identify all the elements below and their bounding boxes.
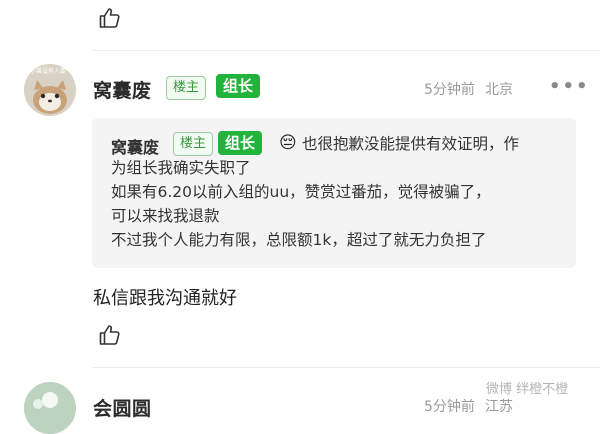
quote-line-2: 为组长我确实失职了 <box>111 159 251 177</box>
owner-badge: 楼主 <box>166 76 207 100</box>
username[interactable]: 会圆圆 <box>93 394 152 421</box>
like-button[interactable] <box>97 5 123 31</box>
timestamp: 5分钟前 <box>424 399 475 415</box>
avatar[interactable]: 小兽没有人要 <box>24 64 76 116</box>
avatar-caption: 小兽没有人要 <box>30 68 67 75</box>
leader-badge: 组长 <box>216 74 261 98</box>
quote-line-3: 如果有6.20以前入组的uu，赞赏过番茄，觉得被骗了， <box>111 183 491 201</box>
quote-owner-badge: 楼主 <box>173 132 214 156</box>
divider <box>92 367 600 368</box>
username[interactable]: 窝囊废 <box>93 76 152 103</box>
timestamp: 5分钟前 <box>424 82 475 98</box>
more-options-icon[interactable]: ••• <box>549 76 590 97</box>
avatar[interactable] <box>24 382 76 434</box>
avatar-flower-icon <box>24 382 76 434</box>
location: 北京 <box>485 82 513 98</box>
sad-emoji-icon: 😔 <box>279 133 297 153</box>
thumbs-up-icon <box>99 8 120 28</box>
quote-leader-badge: 组长 <box>218 131 263 155</box>
location: 江苏 <box>485 399 513 415</box>
divider <box>92 50 600 51</box>
watermark: 微博 绊橙不橙 <box>486 382 569 397</box>
quote-username[interactable]: 窝囊废 <box>111 134 159 158</box>
quote-line-1: 也很抱歉没能提供有效证明，作 <box>302 135 520 153</box>
quote-line-5: 不过我个人能力有限，总限额1k，超过了就无力负担了 <box>111 231 487 249</box>
quote-line-4: 可以来找我退款 <box>111 207 220 225</box>
like-button[interactable] <box>97 322 123 348</box>
thumbs-up-icon <box>99 325 120 345</box>
comment-text: 私信跟我沟通就好 <box>93 288 237 309</box>
